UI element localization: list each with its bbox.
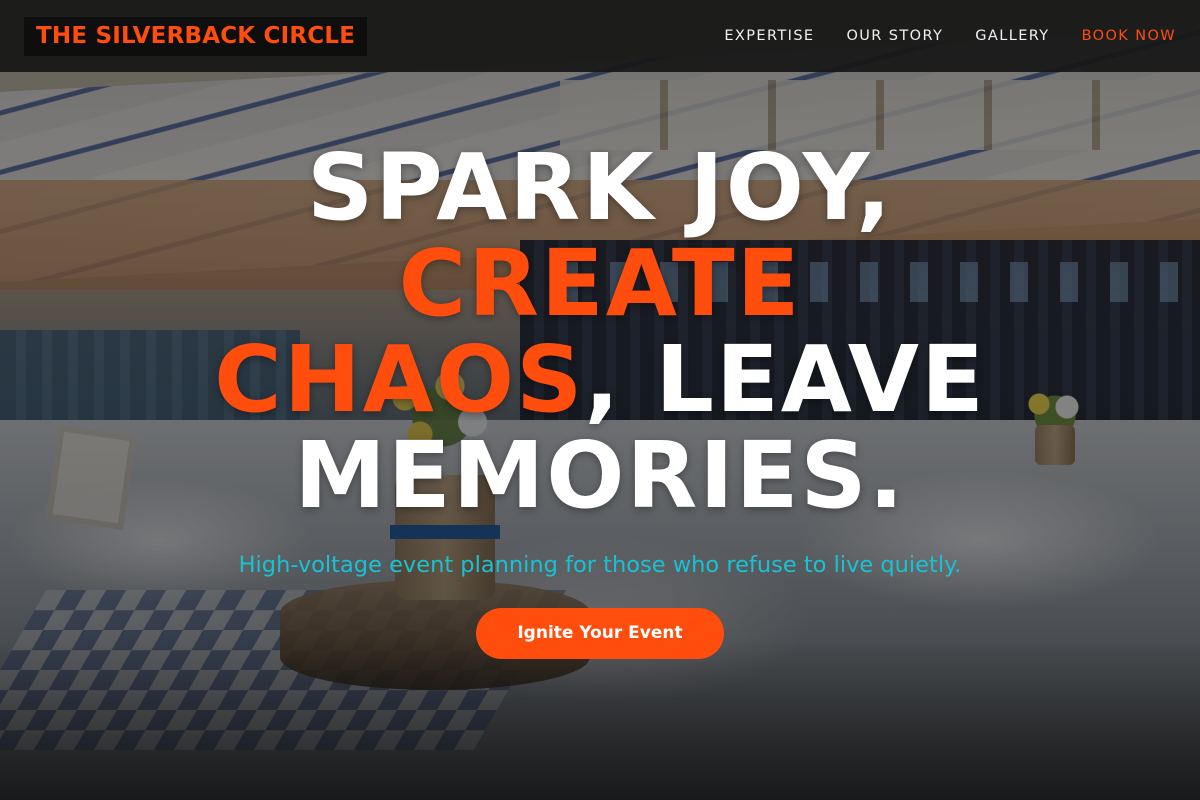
ignite-event-button[interactable]: Ignite Your Event [476,608,724,659]
hero-subtitle: High-voltage event planning for those wh… [238,552,962,578]
main-nav: EXPERTISE OUR STORY GALLERY BOOK NOW [724,28,1176,44]
nav-link-book-now[interactable]: BOOK NOW [1082,28,1176,44]
hero-headline: SPARK JOY, CREATE CHAOS, LEAVE MEMORIES. [190,140,1010,524]
nav-link-our-story[interactable]: OUR STORY [846,28,943,44]
hero-section: SPARK JOY, CREATE CHAOS, LEAVE MEMORIES.… [0,140,1200,659]
nav-link-expertise[interactable]: EXPERTISE [724,28,814,44]
nav-link-gallery[interactable]: GALLERY [975,28,1049,44]
site-logo[interactable]: THE SILVERBACK CIRCLE [24,16,368,56]
site-header: THE SILVERBACK CIRCLE EXPERTISE OUR STOR… [0,0,1200,72]
headline-part-1: SPARK JOY, [306,134,894,241]
